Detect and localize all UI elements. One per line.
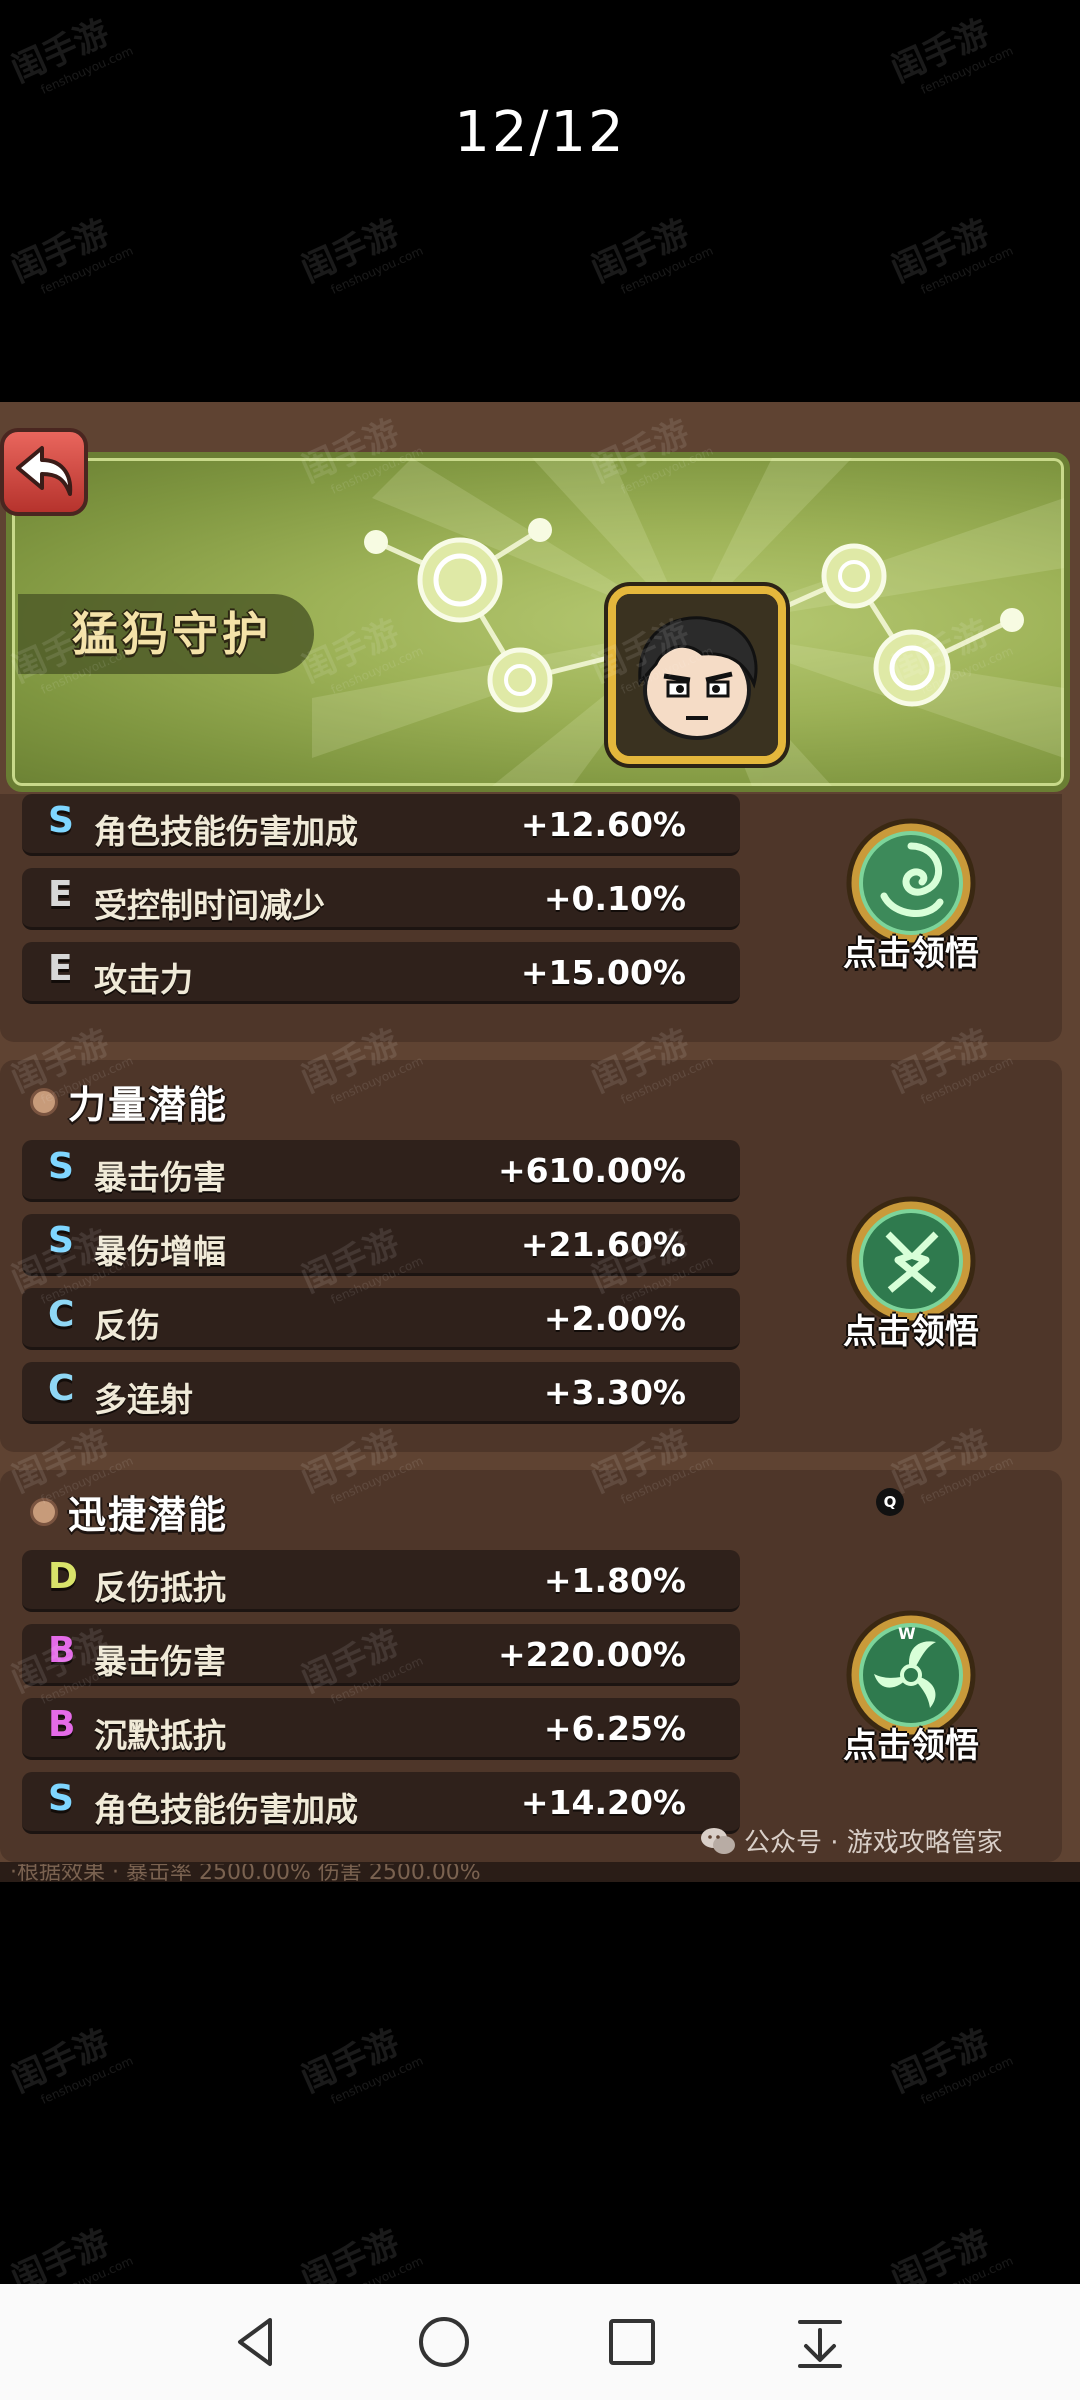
- system-navigation-bar: [0, 2284, 1080, 2400]
- watermark: 闺手游fenshouyou.com: [5, 212, 136, 297]
- watermark: 闺手游fenshouyou.com: [295, 212, 426, 297]
- stat-name: 角色技能伤害加成: [94, 812, 358, 851]
- stat-name: 沉默抵抗: [94, 1716, 226, 1755]
- stat-name: 暴击伤害: [94, 1642, 226, 1681]
- banner-title: 猛犸守护: [72, 607, 272, 661]
- cut-off-text: ·根据效果 · 暴击率 2500.00% 伤害 2500.00%: [10, 1864, 481, 1882]
- stat-value: +2.00%: [543, 1299, 686, 1338]
- stat-value: +15.00%: [520, 953, 686, 992]
- watermark: 闺手游fenshouyou.com: [5, 2022, 136, 2107]
- grade-label: S: [48, 1146, 74, 1187]
- enlighten-button-1[interactable]: 点击领悟: [826, 816, 996, 996]
- enlighten-label: 点击领悟: [843, 934, 979, 974]
- stat-value: +1.80%: [543, 1561, 686, 1600]
- image-viewer: 12/12 猛犸守护 S 角色技能伤害加成 +12.60% E 受控制时间减少 …: [0, 0, 1080, 2400]
- stat-row: S 角色技能伤害加成 +14.20%: [22, 1772, 740, 1834]
- section-bullet-icon: [30, 1087, 58, 1116]
- grade-label: B: [48, 1630, 76, 1671]
- game-screenshot: 猛犸守护 S 角色技能伤害加成 +12.60% E 受控制时间减少 +0.10%…: [0, 402, 1080, 1882]
- section-bullet-icon: [30, 1497, 58, 1526]
- stat-name: 反伤: [94, 1306, 160, 1345]
- circle-home-icon[interactable]: [414, 2312, 474, 2372]
- stat-name: 角色技能伤害加成: [94, 1790, 358, 1829]
- stat-row: S 暴伤增幅 +21.60%: [22, 1214, 740, 1276]
- stat-row: C 多连射 +3.30%: [22, 1362, 740, 1424]
- hotkey-w-badge: W: [898, 1624, 916, 1643]
- stat-name: 暴伤增幅: [94, 1232, 226, 1271]
- watermark: 闺手游fenshouyou.com: [5, 12, 136, 97]
- grade-label: C: [48, 1368, 75, 1409]
- stat-row: C 反伤 +2.00%: [22, 1288, 740, 1350]
- section-title: 力量潜能: [68, 1083, 229, 1127]
- back-button[interactable]: [0, 428, 88, 516]
- watermark: 闺手游fenshouyou.com: [585, 212, 716, 297]
- stat-value: +21.60%: [520, 1225, 686, 1264]
- grade-label: S: [48, 800, 74, 841]
- stat-value: +6.25%: [543, 1709, 686, 1748]
- enlighten-label: 点击领悟: [843, 1726, 979, 1766]
- stat-value: +3.30%: [543, 1373, 686, 1412]
- stat-row: D 反伤抵抗 +1.80%: [22, 1550, 740, 1612]
- watermark: 闺手游fenshouyou.com: [885, 212, 1016, 297]
- section-title: 迅捷潜能: [68, 1493, 229, 1537]
- section-header: 力量潜能: [30, 1074, 228, 1129]
- stat-value: +12.60%: [520, 805, 686, 844]
- enlighten-button-2[interactable]: 点击领悟: [826, 1194, 996, 1374]
- triangle-back-icon[interactable]: [226, 2312, 286, 2372]
- stat-value: +14.20%: [520, 1783, 686, 1822]
- stat-row: B 暴击伤害 +220.00%: [22, 1624, 740, 1686]
- stat-name: 反伤抵抗: [94, 1568, 226, 1607]
- enlighten-label: 点击领悟: [843, 1312, 979, 1352]
- stat-row: S 暴击伤害 +610.00%: [22, 1140, 740, 1202]
- grade-label: D: [48, 1556, 78, 1597]
- square-recents-icon[interactable]: [602, 2312, 662, 2372]
- download-menu-icon[interactable]: [790, 2312, 850, 2372]
- grade-label: E: [48, 948, 73, 989]
- wechat-icon: [701, 1827, 735, 1854]
- grade-label: E: [48, 874, 73, 915]
- stat-name: 受控制时间减少: [94, 886, 325, 925]
- section-header: 迅捷潜能: [30, 1484, 228, 1539]
- watermark: 闺手游fenshouyou.com: [885, 12, 1016, 97]
- stat-row: S 角色技能伤害加成 +12.60%: [22, 794, 740, 856]
- grade-label: S: [48, 1778, 74, 1819]
- hero-avatar: [608, 586, 786, 764]
- wechat-credit: 公众号 · 游戏攻略管家: [700, 1822, 1003, 1859]
- grade-label: B: [48, 1704, 76, 1745]
- stat-row: E 受控制时间减少 +0.10%: [22, 868, 740, 930]
- stat-name: 暴击伤害: [94, 1158, 226, 1197]
- grade-label: S: [48, 1220, 74, 1261]
- stat-value: +610.00%: [497, 1151, 686, 1190]
- header-banner: 猛犸守护: [6, 452, 1070, 792]
- wechat-credit-text: 公众号 · 游戏攻略管家: [744, 1828, 1003, 1858]
- stat-value: +220.00%: [497, 1635, 686, 1674]
- back-arrow-icon: [16, 446, 73, 496]
- hotkey-q-badge: Q: [876, 1488, 904, 1516]
- stat-value: +0.10%: [543, 879, 686, 918]
- stat-row: B 沉默抵抗 +6.25%: [22, 1698, 740, 1760]
- grade-label: C: [48, 1294, 75, 1335]
- stat-row: E 攻击力 +15.00%: [22, 942, 740, 1004]
- stat-name: 攻击力: [94, 960, 193, 999]
- page-counter: 12/12: [454, 100, 626, 165]
- watermark: 闺手游fenshouyou.com: [885, 2022, 1016, 2107]
- watermark: 闺手游fenshouyou.com: [295, 2022, 426, 2107]
- stat-name: 多连射: [94, 1380, 193, 1419]
- hero-face-icon: [616, 594, 778, 756]
